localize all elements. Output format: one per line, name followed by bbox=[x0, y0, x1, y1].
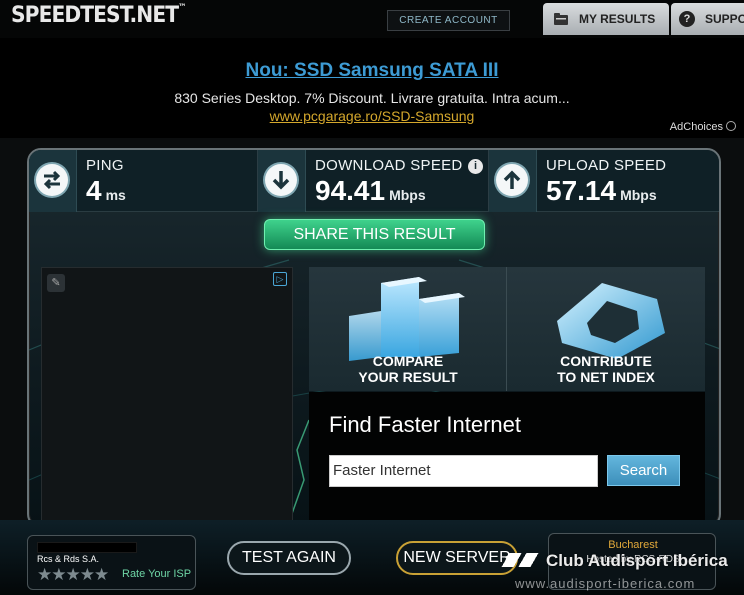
stats-bar: PING 4 ms DOWNLOAD SPEED 94.41 Mbps i UPLO… bbox=[29, 150, 719, 212]
action-cards: COMPARE YOUR RESULT CONTRIBUTE TO NET IN… bbox=[309, 267, 705, 391]
download-value: 94.41 bbox=[315, 175, 386, 206]
download-unit: Mbps bbox=[389, 187, 426, 203]
upload-value-row: 57.14 Mbps bbox=[546, 175, 657, 207]
ad-url-link[interactable]: www.pcgarage.ro/SSD-Samsung bbox=[0, 108, 744, 124]
isp-box: Rcs & Rds S.A. ★★★★★ Rate Your ISP bbox=[27, 535, 196, 590]
folder-icon bbox=[554, 13, 568, 25]
redacted-ip bbox=[37, 542, 137, 553]
adchoices-link[interactable]: AdChoices bbox=[670, 121, 736, 133]
tab-support-label: SUPPO bbox=[705, 12, 744, 26]
find-title: Find Faster Internet bbox=[329, 412, 521, 437]
watermark-text: Club Audisport Ibérica bbox=[546, 551, 728, 570]
ping-unit: ms bbox=[105, 187, 126, 203]
server-city: Bucharest bbox=[608, 539, 658, 551]
compare-card-label: COMPARE YOUR RESULT bbox=[309, 353, 507, 385]
rate-isp-link[interactable]: Rate Your ISP bbox=[122, 568, 191, 580]
search-input[interactable]: Faster Internet bbox=[329, 455, 598, 487]
compare-card[interactable]: COMPARE YOUR RESULT bbox=[309, 267, 507, 391]
upload-arrow-icon bbox=[496, 164, 528, 196]
top-bar: SPEEDTEST.NET™ CREATE ACCOUNT MY RESULTS… bbox=[0, 0, 744, 38]
tab-support[interactable]: ? SUPPO bbox=[671, 3, 744, 35]
share-result-button[interactable]: SHARE THIS RESULT bbox=[264, 219, 485, 250]
compare-line2: YOUR RESULT bbox=[358, 369, 458, 385]
upload-stat: UPLOAD SPEED 57.14 Mbps bbox=[489, 150, 719, 212]
upload-icon-box bbox=[489, 150, 537, 212]
isp-name: Rcs & Rds S.A. bbox=[37, 554, 100, 564]
download-value-row: 94.41 Mbps bbox=[315, 175, 426, 207]
ad-title-link[interactable]: Nou: SSD Samsung SATA III bbox=[0, 60, 744, 82]
download-icon-box bbox=[258, 150, 306, 212]
tab-my-results-label: MY RESULTS bbox=[579, 12, 656, 26]
swap-arrows-icon bbox=[36, 164, 68, 196]
ping-value-row: 4 ms bbox=[86, 175, 126, 207]
tab-my-results[interactable]: MY RESULTS bbox=[543, 3, 669, 35]
contribute-line2: TO NET INDEX bbox=[557, 369, 655, 385]
watermark-url: www.audisport-iberica.com bbox=[515, 576, 696, 591]
info-icon[interactable]: i bbox=[468, 159, 483, 174]
help-icon: ? bbox=[679, 11, 695, 27]
adchoices-label: AdChoices bbox=[669, 121, 723, 133]
ping-label: PING bbox=[86, 157, 124, 174]
contribute-line1: CONTRIBUTE bbox=[560, 353, 652, 369]
upload-label: UPLOAD SPEED bbox=[546, 157, 667, 174]
compare-line1: COMPARE bbox=[372, 353, 444, 369]
download-stat: DOWNLOAD SPEED 94.41 Mbps i bbox=[258, 150, 489, 212]
ping-icon-box bbox=[29, 150, 77, 212]
rating-stars[interactable]: ★★★★★ bbox=[37, 565, 109, 585]
adchoices-icon bbox=[726, 121, 736, 131]
results-panel: PING 4 ms DOWNLOAD SPEED 94.41 Mbps i UPLO… bbox=[27, 148, 721, 528]
contribute-card[interactable]: CONTRIBUTE TO NET INDEX bbox=[507, 267, 705, 391]
ad-description: 830 Series Desktop. 7% Discount. Livrare… bbox=[174, 90, 570, 106]
logo-text: SPEEDTEST.NET bbox=[11, 3, 179, 28]
watermark-logo-icon bbox=[500, 553, 540, 567]
upload-unit: Mbps bbox=[620, 187, 657, 203]
side-ad-box[interactable]: ✎ ▷ bbox=[41, 267, 293, 523]
search-button[interactable]: Search bbox=[607, 455, 680, 486]
bar-graph-icon bbox=[349, 277, 465, 361]
find-faster-internet-box: Find Faster Internet Faster Internet Sea… bbox=[309, 392, 705, 522]
edit-icon[interactable]: ✎ bbox=[47, 274, 65, 292]
speedtest-logo[interactable]: SPEEDTEST.NET™ bbox=[11, 3, 186, 28]
logo-trademark: ™ bbox=[178, 3, 186, 13]
ping-value: 4 bbox=[86, 175, 102, 206]
ping-stat: PING 4 ms bbox=[29, 150, 258, 212]
create-account-button[interactable]: CREATE ACCOUNT bbox=[387, 10, 510, 31]
ad-banner: Nou: SSD Samsung SATA III 830 Series Des… bbox=[0, 38, 744, 138]
download-arrow-icon bbox=[265, 164, 297, 196]
net-index-icon bbox=[557, 283, 665, 359]
download-label: DOWNLOAD SPEED bbox=[315, 157, 463, 174]
contribute-card-label: CONTRIBUTE TO NET INDEX bbox=[507, 353, 705, 385]
ad-info-icon[interactable]: ▷ bbox=[273, 272, 287, 286]
watermark: Club Audisport Ibérica bbox=[500, 551, 728, 571]
test-again-button[interactable]: TEST AGAIN bbox=[227, 541, 351, 575]
upload-value: 57.14 bbox=[546, 175, 617, 206]
